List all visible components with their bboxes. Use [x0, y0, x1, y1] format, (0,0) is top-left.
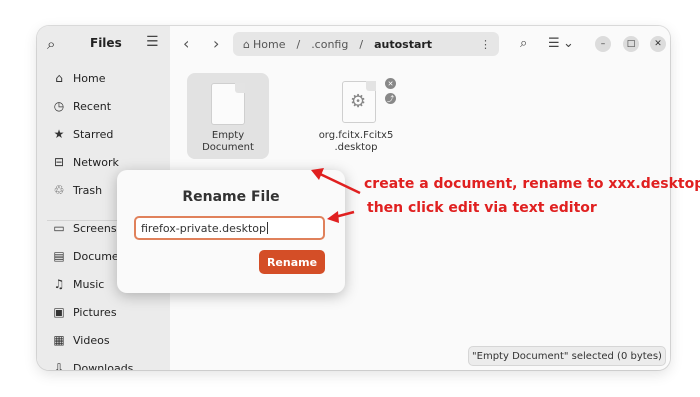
annotation-text-2: then click edit via text editor — [367, 200, 597, 216]
annotation-arrow-1 — [317, 171, 361, 195]
annotation-arrows — [311, 168, 361, 223]
annotation-text-1: create a document, rename to xxx.desktop — [364, 176, 700, 192]
annotation-arrowhead-2 — [327, 211, 339, 223]
